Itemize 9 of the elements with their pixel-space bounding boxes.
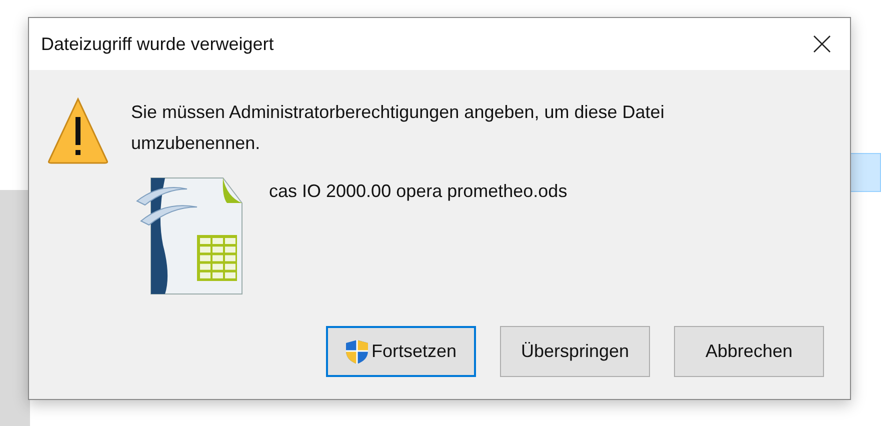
spreadsheet-file-icon xyxy=(135,175,243,295)
dialog-button[interactable]: Fortsetzen xyxy=(326,326,476,377)
warning-icon xyxy=(47,97,109,165)
message-text: Sie müssen Administratorberechtigungen angeben, um diese Datei umzubenennen. xyxy=(131,101,666,155)
close-icon xyxy=(813,35,831,53)
file-name: cas IO 2000.00 opera prometheo.ods xyxy=(269,180,568,203)
dialog-button[interactable]: Überspringen xyxy=(500,326,650,377)
dialog-button[interactable]: Abbrechen xyxy=(674,326,824,377)
window-title: Dateizugriff wurde verweigert xyxy=(41,32,274,56)
